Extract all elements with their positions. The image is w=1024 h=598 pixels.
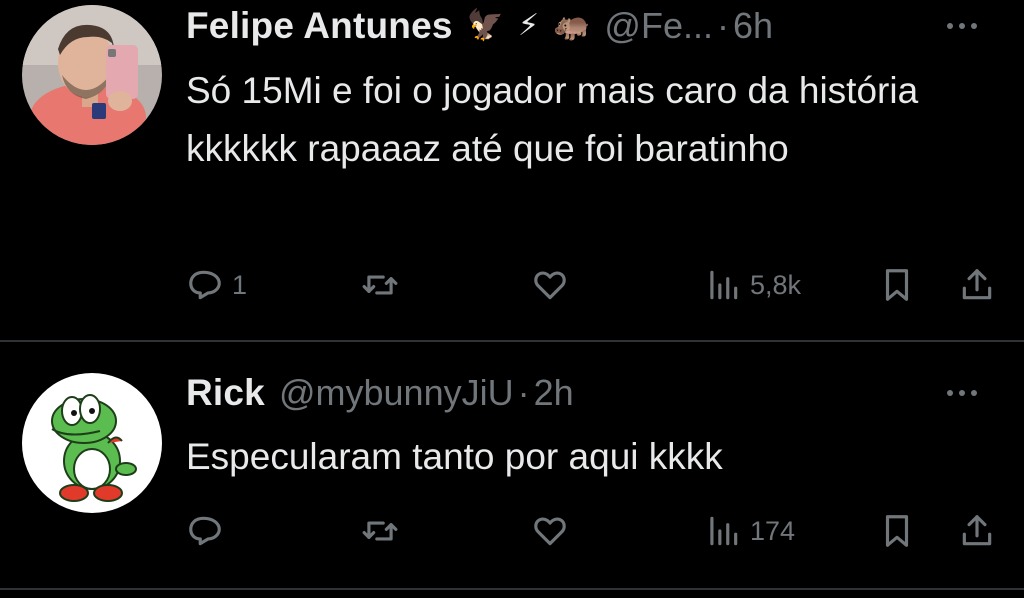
share-button[interactable]	[958, 511, 996, 551]
tweet-actions: 1 5,8k	[186, 265, 1004, 305]
timestamp[interactable]: 6h	[733, 5, 773, 47]
retweet-icon	[361, 512, 399, 550]
like-icon	[531, 512, 569, 550]
views-icon	[704, 266, 742, 304]
bookmark-icon	[878, 512, 916, 550]
tweet-header: Rick @mybunnyJiU · 2h	[186, 367, 1004, 419]
display-name[interactable]: Rick	[186, 372, 265, 414]
like-button[interactable]	[531, 265, 569, 305]
views-count: 174	[750, 515, 796, 546]
like-button[interactable]	[531, 511, 569, 551]
reply-button[interactable]	[186, 511, 224, 551]
more-icon[interactable]	[942, 16, 982, 36]
share-button[interactable]	[958, 265, 996, 305]
display-name[interactable]: Felipe Antunes	[186, 5, 453, 47]
views-button[interactable]: 174	[704, 511, 795, 551]
tweet[interactable]: Felipe Antunes 🦅 ⚡ 🦛 @Fe... · 6h Só 15Mi…	[0, 0, 1024, 340]
separator-dot: ·	[517, 372, 530, 413]
hippo-emoji-icon: 🦛	[553, 9, 591, 42]
views-count: 5,8k	[750, 269, 802, 300]
views-icon	[704, 512, 742, 550]
user-handle[interactable]: @Fe...	[604, 5, 713, 47]
retweet-button[interactable]	[361, 511, 399, 551]
share-icon	[958, 512, 996, 550]
timestamp[interactable]: 2h	[534, 372, 574, 414]
separator-dot: ·	[716, 5, 729, 46]
avatar[interactable]	[22, 373, 162, 513]
lightning-emoji-icon: ⚡	[517, 9, 540, 42]
like-icon	[531, 266, 569, 304]
tweet[interactable]: Rick @mybunnyJiU · 2h Especularam tanto …	[0, 340, 1024, 588]
bookmark-icon	[878, 266, 916, 304]
divider	[0, 588, 1024, 590]
bookmark-button[interactable]	[878, 511, 916, 551]
share-icon	[958, 266, 996, 304]
tweet-text: Só 15Mi e foi o jogador mais caro da his…	[186, 70, 919, 169]
reply-count: 1	[232, 269, 248, 300]
name-emoji-badges: 🦅 ⚡ 🦛	[467, 11, 591, 41]
avatar[interactable]	[22, 5, 162, 145]
retweet-icon	[361, 266, 399, 304]
views-button[interactable]: 5,8k	[704, 265, 801, 305]
tweet-actions: 174	[186, 511, 1004, 551]
reply-button[interactable]: 1	[186, 265, 247, 305]
eagle-emoji-icon: 🦅	[466, 9, 504, 42]
retweet-button[interactable]	[361, 265, 399, 305]
more-icon[interactable]	[942, 383, 982, 403]
user-handle[interactable]: @mybunnyJiU	[279, 372, 514, 414]
tweet-header: Felipe Antunes 🦅 ⚡ 🦛 @Fe... · 6h	[186, 0, 1004, 52]
bookmark-button[interactable]	[878, 265, 916, 305]
reply-icon	[186, 266, 224, 304]
tweet-text: Especularam tanto por aqui kkkk	[186, 436, 723, 477]
reply-icon	[186, 512, 224, 550]
